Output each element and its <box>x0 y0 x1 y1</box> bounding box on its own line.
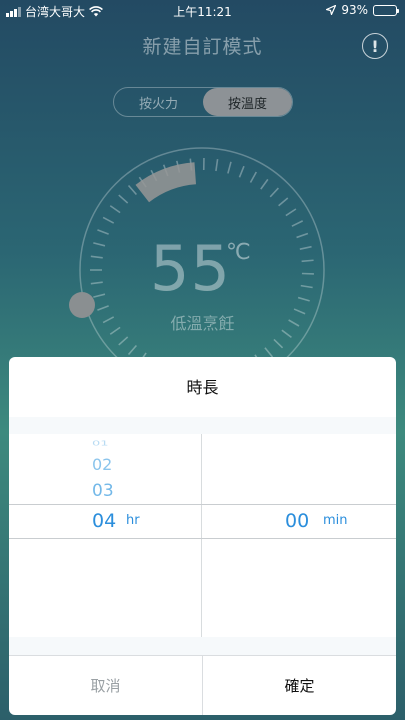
dial-tick <box>90 281 103 285</box>
duration-picker-sheet: 時長 01 02 03 04 hr 00 min 取消 確定 <box>9 357 396 715</box>
selection-bottom-line <box>9 538 396 539</box>
picker-column-divider <box>201 434 202 637</box>
temperature-unit: ℃ <box>226 240 251 265</box>
hours-option[interactable]: 02 <box>92 455 132 474</box>
confirm-button[interactable]: 確定 <box>203 656 396 715</box>
cancel-button[interactable]: 取消 <box>9 656 203 715</box>
sheet-footer: 取消 確定 <box>9 655 396 715</box>
dial-tick <box>227 161 232 174</box>
cooking-mode-label: 低溫烹飪 <box>170 314 235 333</box>
minutes-unit-label: min <box>323 513 348 528</box>
duration-picker: 01 02 03 04 hr 00 min <box>9 417 396 655</box>
dial-tick <box>301 259 314 263</box>
minutes-selected-value[interactable]: 00 <box>285 510 309 532</box>
dial-tick <box>291 220 304 227</box>
hours-selected-value[interactable]: 04 <box>92 510 116 532</box>
dial-tick <box>118 194 129 204</box>
picker-body <box>9 434 396 637</box>
hours-option[interactable]: 03 <box>92 481 132 501</box>
dial-tick <box>269 187 279 198</box>
selection-top-line <box>9 504 396 505</box>
dial-progress-arc <box>135 162 197 203</box>
dial-tick <box>297 296 310 302</box>
dial-tick <box>93 242 106 247</box>
temperature-dial <box>79 147 325 393</box>
dial-tick <box>260 178 269 190</box>
dial-tick <box>215 158 219 172</box>
temperature-value: 55 <box>150 232 231 305</box>
dial-tick <box>90 255 103 259</box>
dial-tick <box>296 232 309 239</box>
dial-tick <box>102 216 115 224</box>
dial-tick <box>97 229 109 235</box>
dial-tick <box>273 338 284 349</box>
dial-tick <box>300 284 313 289</box>
sheet-title: 時長 <box>186 378 219 397</box>
dial-tick <box>109 205 121 214</box>
dial-tick <box>93 293 106 298</box>
dial-tick <box>285 208 297 217</box>
dial-tick <box>118 336 129 346</box>
hours-option[interactable]: 01 <box>92 439 132 447</box>
dial-tick <box>238 165 245 178</box>
dial-tick <box>249 171 257 183</box>
dial-tick <box>278 197 289 207</box>
hours-unit-label: hr <box>126 513 140 528</box>
dial-tick <box>127 344 137 356</box>
dial-tick <box>264 347 274 358</box>
dial-tick <box>299 245 312 250</box>
dial-tick <box>127 184 137 196</box>
